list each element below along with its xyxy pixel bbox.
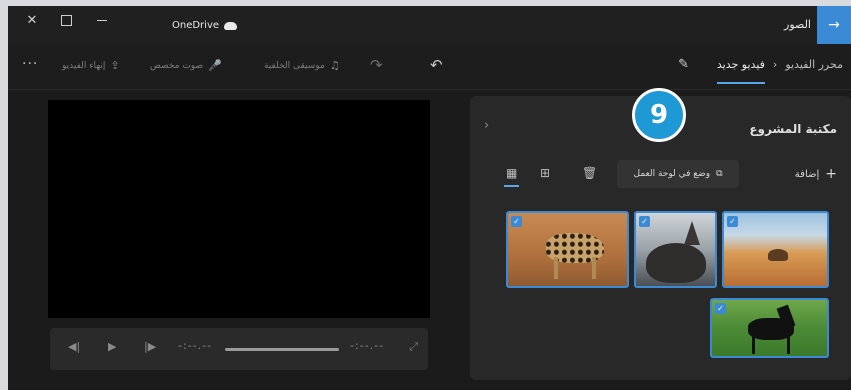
current-time: -:--.-- <box>178 339 213 352</box>
minimize-button[interactable] <box>82 6 122 34</box>
checkmark-icon[interactable]: ✓ <box>727 216 738 227</box>
project-library-title: مكتبة المشروع <box>749 122 837 136</box>
place-in-storyboard-label: وضع في لوحة العمل <box>633 169 711 179</box>
checkmark-icon[interactable]: ✓ <box>511 216 522 227</box>
play-icon[interactable]: ▶ <box>108 340 116 353</box>
breadcrumb-separator: › <box>772 58 778 71</box>
place-in-storyboard-button[interactable]: ⧉ وضع في لوحة العمل <box>617 160 739 188</box>
export-icon: ⇪ <box>110 59 120 72</box>
finish-video-button[interactable]: ⇪ إنهاء الفيديو <box>62 59 120 72</box>
rename-pencil-icon[interactable]: ✎ <box>678 57 689 72</box>
library-actions: + إضافة ⧉ وضع في لوحة العمل 🗑 ⊞ ▦ <box>470 160 851 190</box>
more-options-icon[interactable]: ··· <box>22 56 38 72</box>
background-music-button[interactable]: ♫ موسيقى الخلفية <box>264 59 340 72</box>
media-camel[interactable]: ✓ <box>722 211 829 288</box>
storyboard-icon: ⧉ <box>716 169 723 179</box>
onedrive-label: OneDrive <box>172 20 220 31</box>
back-button[interactable]: → <box>817 6 851 44</box>
chevron-collapse-icon[interactable]: › <box>484 118 489 133</box>
title-bar: ✕ OneDrive الصور → <box>8 6 851 44</box>
custom-audio-label: صوت مخصص <box>150 60 204 71</box>
media-cat[interactable]: ✓ <box>634 211 717 288</box>
onedrive-status[interactable]: OneDrive <box>172 20 238 31</box>
close-icon: ✕ <box>26 12 38 28</box>
app-title: الصور <box>784 18 811 31</box>
cloud-icon <box>224 21 238 30</box>
breadcrumb: محرر الفيديو › فيديو جديد <box>716 58 843 84</box>
maximize-button[interactable] <box>46 6 86 34</box>
photos-window: ✕ OneDrive الصور → محرر الفيديو › فيديو … <box>8 6 851 390</box>
breadcrumb-new-video[interactable]: فيديو جديد <box>716 58 765 84</box>
media-cheetah[interactable]: ✓ <box>506 211 629 288</box>
next-frame-icon[interactable]: |▶ <box>144 340 156 353</box>
fullscreen-icon[interactable]: ⤢ <box>409 340 418 354</box>
music-note-icon: ♫ <box>329 59 340 72</box>
total-time: -:--.-- <box>350 339 385 352</box>
background-music-label: موسيقى الخلفية <box>264 60 325 71</box>
seek-bar[interactable] <box>225 348 339 351</box>
previous-frame-icon[interactable]: ◀| <box>68 340 80 353</box>
playback-controls: ◀| ▶ |▶ -:--.-- -:--.-- ⤢ <box>50 328 428 370</box>
checkmark-icon[interactable]: ✓ <box>639 216 650 227</box>
large-grid-icon[interactable]: ⊞ <box>540 166 550 180</box>
microphone-icon: 🎤 <box>208 59 222 72</box>
editor-toolbar: محرر الفيديو › فيديو جديد ✎ ↶ ↷ ♫ موسيقى… <box>8 44 851 90</box>
custom-audio-button[interactable]: 🎤 صوت مخصص <box>150 59 222 72</box>
editor-main: ◀| ▶ |▶ -:--.-- -:--.-- ⤢ › مكتبة المشرو… <box>8 90 851 390</box>
arrow-right-icon: → <box>828 17 840 33</box>
plus-icon: + <box>825 166 837 182</box>
media-horse[interactable]: ✓ <box>710 298 829 358</box>
step-number-badge: 9 <box>632 88 686 142</box>
redo-icon[interactable]: ↷ <box>370 56 383 74</box>
add-button[interactable]: + إضافة <box>795 166 837 182</box>
cat-image <box>646 243 706 283</box>
delete-icon[interactable]: 🗑 <box>582 166 597 180</box>
undo-icon[interactable]: ↶ <box>430 56 443 74</box>
video-preview[interactable] <box>48 100 430 318</box>
finish-video-label: إنهاء الفيديو <box>62 60 106 71</box>
small-grid-icon[interactable]: ▦ <box>503 166 520 187</box>
checkmark-icon[interactable]: ✓ <box>715 303 726 314</box>
add-label: إضافة <box>794 168 820 180</box>
camel-image <box>768 249 788 261</box>
breadcrumb-video-editor[interactable]: محرر الفيديو <box>785 58 843 71</box>
